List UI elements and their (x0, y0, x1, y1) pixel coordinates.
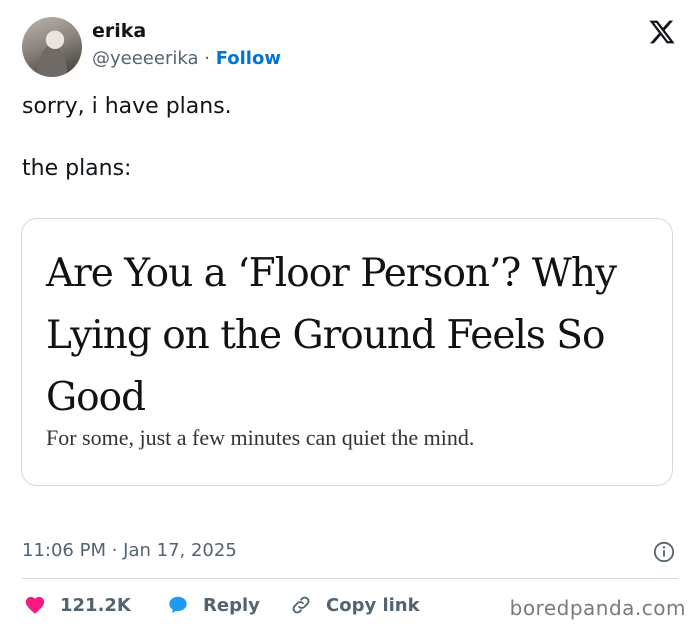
reply-button[interactable]: Reply (167, 594, 260, 616)
copy-link-button[interactable]: Copy link (290, 594, 420, 616)
link-icon (292, 596, 310, 614)
author-handle[interactable]: @yeeeerika (92, 48, 199, 69)
reply-label: Reply (203, 594, 260, 616)
author-handle-row: @yeeeerika · Follow (92, 48, 281, 69)
card-subheadline: For some, just a few minutes can quiet t… (46, 425, 475, 450)
avatar[interactable] (22, 17, 82, 77)
divider (22, 578, 678, 579)
copy-link-label: Copy link (326, 594, 420, 616)
link-card[interactable]: Are You a ‘Floor Person’? Why Lying on t… (21, 218, 673, 486)
tweet-text-line-1: sorry, i have plans. (22, 94, 232, 119)
tweet-text-line-2: the plans: (22, 156, 132, 181)
x-logo-icon[interactable] (648, 18, 676, 46)
like-count: 121.2K (60, 594, 131, 616)
reply-bubble-icon (169, 596, 187, 614)
timestamp[interactable]: 11:06 PM · Jan 17, 2025 (22, 540, 237, 561)
card-headline: Are You a ‘Floor Person’? Why Lying on t… (46, 251, 617, 420)
like-button[interactable]: 121.2K (24, 594, 131, 616)
watermark: boredpanda.com (509, 596, 686, 620)
author-name[interactable]: erika (92, 20, 146, 42)
follow-button[interactable]: Follow (216, 48, 281, 69)
info-icon[interactable] (653, 541, 675, 563)
heart-icon (25, 596, 45, 614)
separator: · (204, 48, 210, 69)
